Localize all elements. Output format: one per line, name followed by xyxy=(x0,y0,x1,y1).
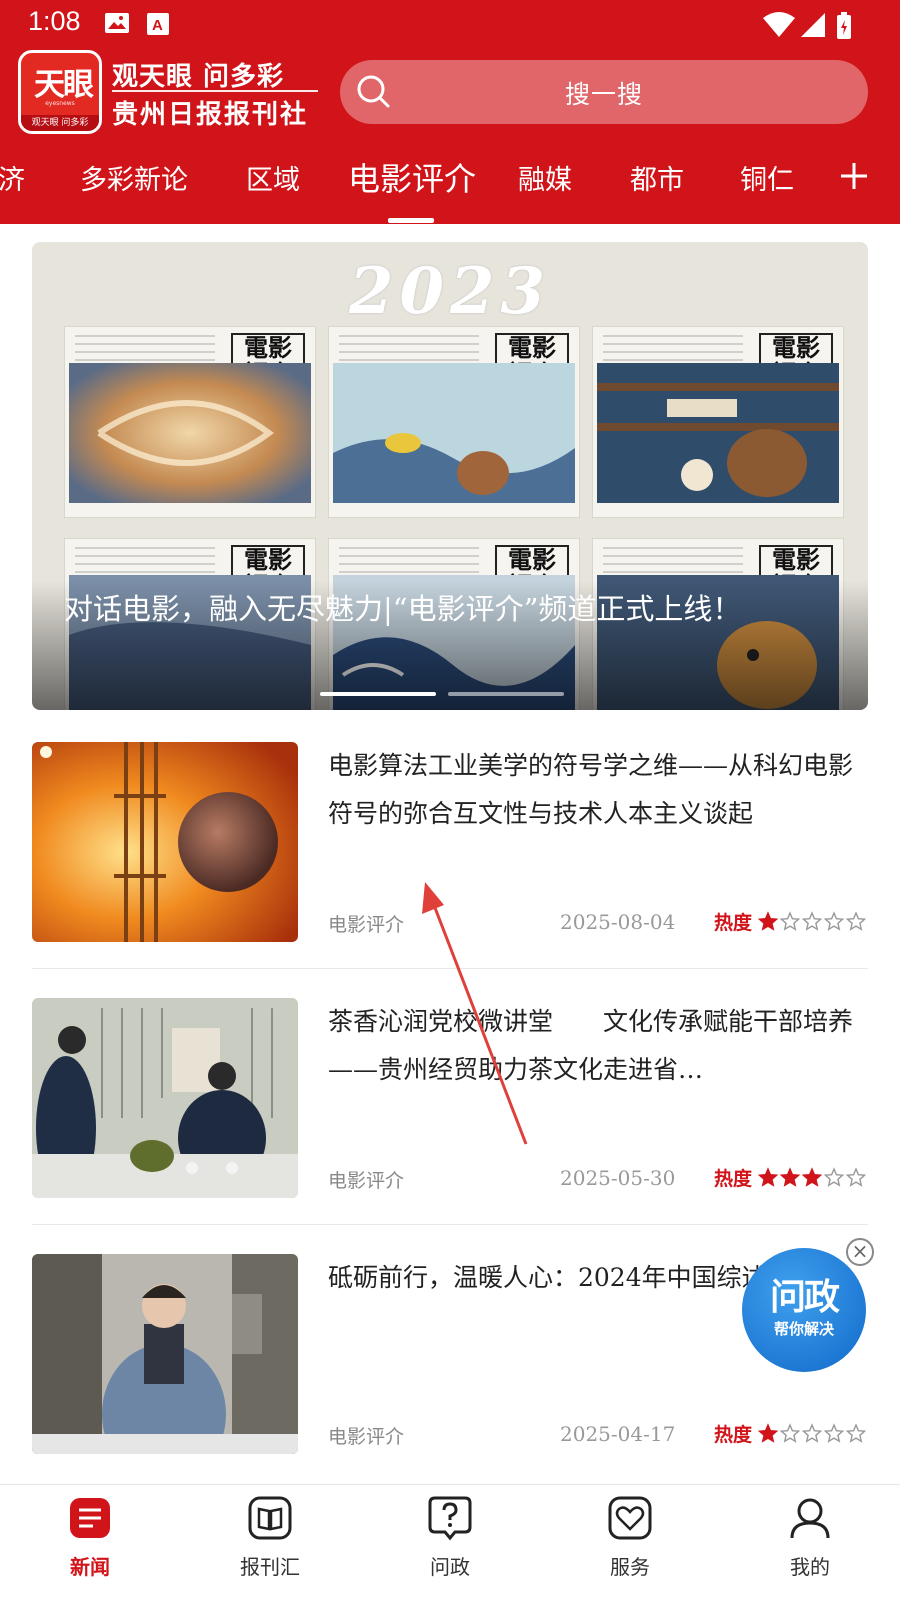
magazine-cover: 電影 評介 xyxy=(64,326,316,518)
heat-star-empty xyxy=(801,911,823,931)
question-icon xyxy=(428,1496,472,1541)
nav-label: 服务 xyxy=(610,1555,650,1579)
heat-star-filled xyxy=(758,911,779,931)
logo-footer-text: 观天眼 问多彩 xyxy=(21,115,99,131)
tab-city[interactable]: 都市 xyxy=(630,158,684,197)
heat-star-filled xyxy=(801,1167,823,1187)
tab-economy-partial[interactable]: 济 xyxy=(0,158,25,197)
heart-icon xyxy=(608,1496,652,1540)
app-header: 1:08 A 天眼 eyesnews 观天眼 问多彩 观天眼 问多彩 贵州日报报… xyxy=(0,0,900,224)
article-date: 2025-08-04 xyxy=(560,910,676,934)
heat-label: 热度 xyxy=(714,1168,753,1190)
article-title: 茶香沁润党校微讲堂 文化传承赋能干部培养 ——贵州经贸助力茶文化走进省… xyxy=(328,1007,854,1084)
heat-star-empty xyxy=(845,911,867,931)
close-icon[interactable]: × xyxy=(846,1238,874,1266)
news-list-item[interactable]: 电影算法工业美学的符号学之维——从科幻电影符号的弥合互文性与技术人本主义谈起 电… xyxy=(32,742,868,942)
heat-star-empty xyxy=(779,1423,801,1443)
news-icon xyxy=(70,1498,110,1538)
float-ad-title: 问政 xyxy=(769,1276,840,1318)
carousel-dot[interactable] xyxy=(448,692,564,696)
person-icon xyxy=(790,1498,830,1539)
search-bar[interactable]: 搜一搜 xyxy=(340,60,868,124)
wenzheng-float-button[interactable]: 问政 帮你解决 xyxy=(742,1248,866,1372)
logo-subtext: eyesnews xyxy=(45,100,75,107)
article-title: 电影算法工业美学的符号学之维——从科幻电影符号的弥合互文性与技术人本主义谈起 xyxy=(328,751,854,828)
carousel-dot-active[interactable] xyxy=(320,692,436,696)
article-thumbnail xyxy=(32,1254,298,1454)
wifi-icon xyxy=(763,12,795,37)
heat-label: 热度 xyxy=(714,1424,753,1446)
nav-services[interactable]: 服务 xyxy=(570,1495,690,1580)
book-icon xyxy=(248,1496,292,1540)
search-placeholder: 搜一搜 xyxy=(564,80,643,109)
heat-label: 热度 xyxy=(714,912,753,934)
tab-media[interactable]: 融媒 xyxy=(518,158,572,197)
nav-profile[interactable]: 我的 xyxy=(750,1495,870,1580)
heat-rating xyxy=(758,911,867,931)
magazine-cover: 電影 評介 xyxy=(592,326,844,518)
news-list-item[interactable]: 茶香沁润党校微讲堂 文化传承赋能干部培养 ——贵州经贸助力茶文化走进省… 电影评… xyxy=(32,998,868,1198)
article-thumbnail xyxy=(32,998,298,1198)
heat-star-empty xyxy=(823,1423,845,1443)
tab-duocai-xinlun[interactable]: 多彩新论 xyxy=(80,158,188,197)
bottom-navigation: 新闻 报刊汇 问政 服务 我的 xyxy=(0,1484,900,1600)
tab-region[interactable]: 区域 xyxy=(246,158,300,197)
logo-text: 天眼 xyxy=(34,67,94,103)
active-tab-indicator xyxy=(388,218,434,223)
battery-icon xyxy=(837,12,851,39)
heat-star-empty xyxy=(845,1423,867,1443)
article-category: 电影评介 xyxy=(328,1170,405,1192)
heat-rating xyxy=(758,1423,867,1443)
tab-tongren[interactable]: 铜仁 xyxy=(740,158,794,197)
nav-label: 我的 xyxy=(790,1555,830,1579)
nav-label: 新闻 xyxy=(70,1555,110,1579)
float-ad-subtitle: 帮你解决 xyxy=(773,1320,834,1338)
banner-year-text: 2023 xyxy=(348,254,552,329)
svg-text:A: A xyxy=(152,17,163,34)
image-notification-icon xyxy=(105,13,129,33)
heat-star-empty xyxy=(845,1167,867,1187)
article-date: 2025-05-30 xyxy=(560,1166,676,1190)
add-channel-icon[interactable] xyxy=(838,160,870,192)
heat-star-empty xyxy=(823,911,845,931)
heat-star-filled xyxy=(758,1423,779,1443)
heat-rating xyxy=(758,1167,867,1187)
app-logo[interactable]: 天眼 eyesnews 观天眼 问多彩 xyxy=(18,50,102,134)
heat-star-empty xyxy=(823,1167,845,1187)
nav-label: 问政 xyxy=(430,1555,470,1579)
article-category: 电影评介 xyxy=(328,914,405,936)
featured-banner[interactable]: 2023 電影 評介 電影 評介 電影 評介 電影 評介 電影 評介 電影 評介… xyxy=(32,242,868,710)
heat-star-filled xyxy=(758,1167,779,1187)
status-time: 1:08 xyxy=(28,6,81,36)
status-bar: 1:08 A xyxy=(0,0,900,48)
brand-slogan: 观天眼 问多彩 xyxy=(112,62,285,92)
nav-newspapers[interactable]: 报刊汇 xyxy=(210,1495,330,1580)
heat-star-empty xyxy=(801,1423,823,1443)
app-notification-icon: A xyxy=(147,13,169,35)
article-date: 2025-04-17 xyxy=(560,1422,676,1446)
article-category: 电影评介 xyxy=(328,1426,405,1448)
banner-title: 对话电影，融入无尽魅力|“电影评介”频道正式上线！ xyxy=(64,592,742,626)
heat-star-filled xyxy=(779,1167,801,1187)
list-divider xyxy=(32,968,868,969)
nav-wenzheng[interactable]: 问政 xyxy=(390,1495,510,1580)
brand-publisher: 贵州日报报刊社 xyxy=(112,100,309,130)
magazine-cover: 電影 評介 xyxy=(328,326,580,518)
tab-film-review[interactable]: 电影评介 xyxy=(348,154,476,200)
nav-news[interactable]: 新闻 xyxy=(30,1495,150,1580)
brand-divider xyxy=(112,90,318,92)
list-divider xyxy=(32,1224,868,1225)
article-thumbnail xyxy=(32,742,298,942)
signal-icon xyxy=(801,13,825,37)
heat-star-empty xyxy=(779,911,801,931)
nav-label: 报刊汇 xyxy=(240,1555,300,1579)
